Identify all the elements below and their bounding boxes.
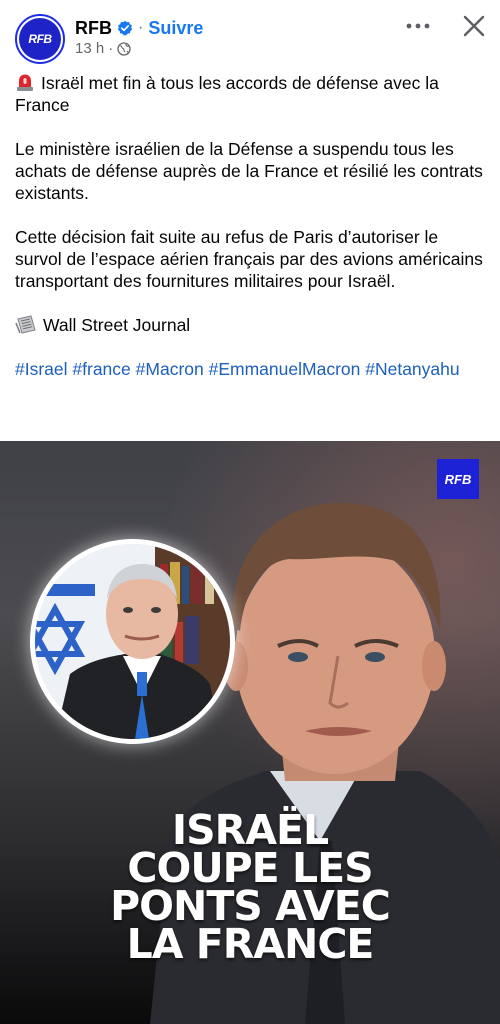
- meta-separator: ·: [108, 40, 114, 57]
- close-icon[interactable]: [460, 12, 488, 40]
- verified-badge-icon: [117, 20, 133, 36]
- post-paragraph-1: Le ministère israélien de la Défense a s…: [15, 139, 483, 203]
- inset-portrait-illustration: [35, 544, 230, 739]
- post-meta: 13 h ·: [75, 40, 131, 57]
- page-name[interactable]: RFB: [75, 18, 112, 39]
- headline-line-4: LA FRANCE: [126, 920, 375, 968]
- inset-portrait: [30, 539, 235, 744]
- name-row: RFB · Suivre: [75, 16, 203, 40]
- hashtag-israel[interactable]: #Israel: [15, 359, 68, 379]
- post-hashtags: #Israel #france #Macron #EmmanuelMacron …: [15, 358, 487, 380]
- avatar-logo: RFB: [19, 18, 61, 60]
- post-header: RFB RFB · Suivre 13 h ·: [0, 0, 500, 64]
- page-avatar[interactable]: RFB: [15, 14, 65, 64]
- globe-icon: [117, 41, 131, 56]
- more-options-icon[interactable]: [404, 14, 432, 38]
- post-body: Israël met fin à tous les accords de déf…: [15, 72, 487, 380]
- follow-button[interactable]: Suivre: [148, 18, 203, 39]
- post-image[interactable]: RFB ISRAËL COUPE LES PONTS AVEC LA FRANC…: [0, 441, 500, 1024]
- image-headline: ISRAËL COUPE LES PONTS AVEC LA FRANCE: [0, 810, 500, 968]
- post-title-text: Israël met fin à tous les accords de déf…: [15, 73, 439, 115]
- hashtag-macron[interactable]: #Macron: [136, 359, 204, 379]
- post-title: Israël met fin à tous les accords de déf…: [15, 72, 487, 116]
- post-source: Wall Street Journal: [15, 314, 487, 336]
- hashtag-france[interactable]: #france: [72, 359, 130, 379]
- siren-icon: [15, 72, 35, 92]
- newspaper-icon: [15, 315, 37, 335]
- name-separator: ·: [138, 19, 144, 36]
- post-timestamp[interactable]: 13 h: [75, 40, 104, 57]
- hashtag-netanyahu[interactable]: #Netanyahu: [365, 359, 459, 379]
- brand-logo-badge: RFB: [437, 459, 479, 499]
- hashtag-emmanuelmacron[interactable]: #EmmanuelMacron: [209, 359, 361, 379]
- post-source-text: Wall Street Journal: [43, 315, 191, 335]
- post-paragraph-2: Cette décision fait suite au refus de Pa…: [15, 227, 483, 291]
